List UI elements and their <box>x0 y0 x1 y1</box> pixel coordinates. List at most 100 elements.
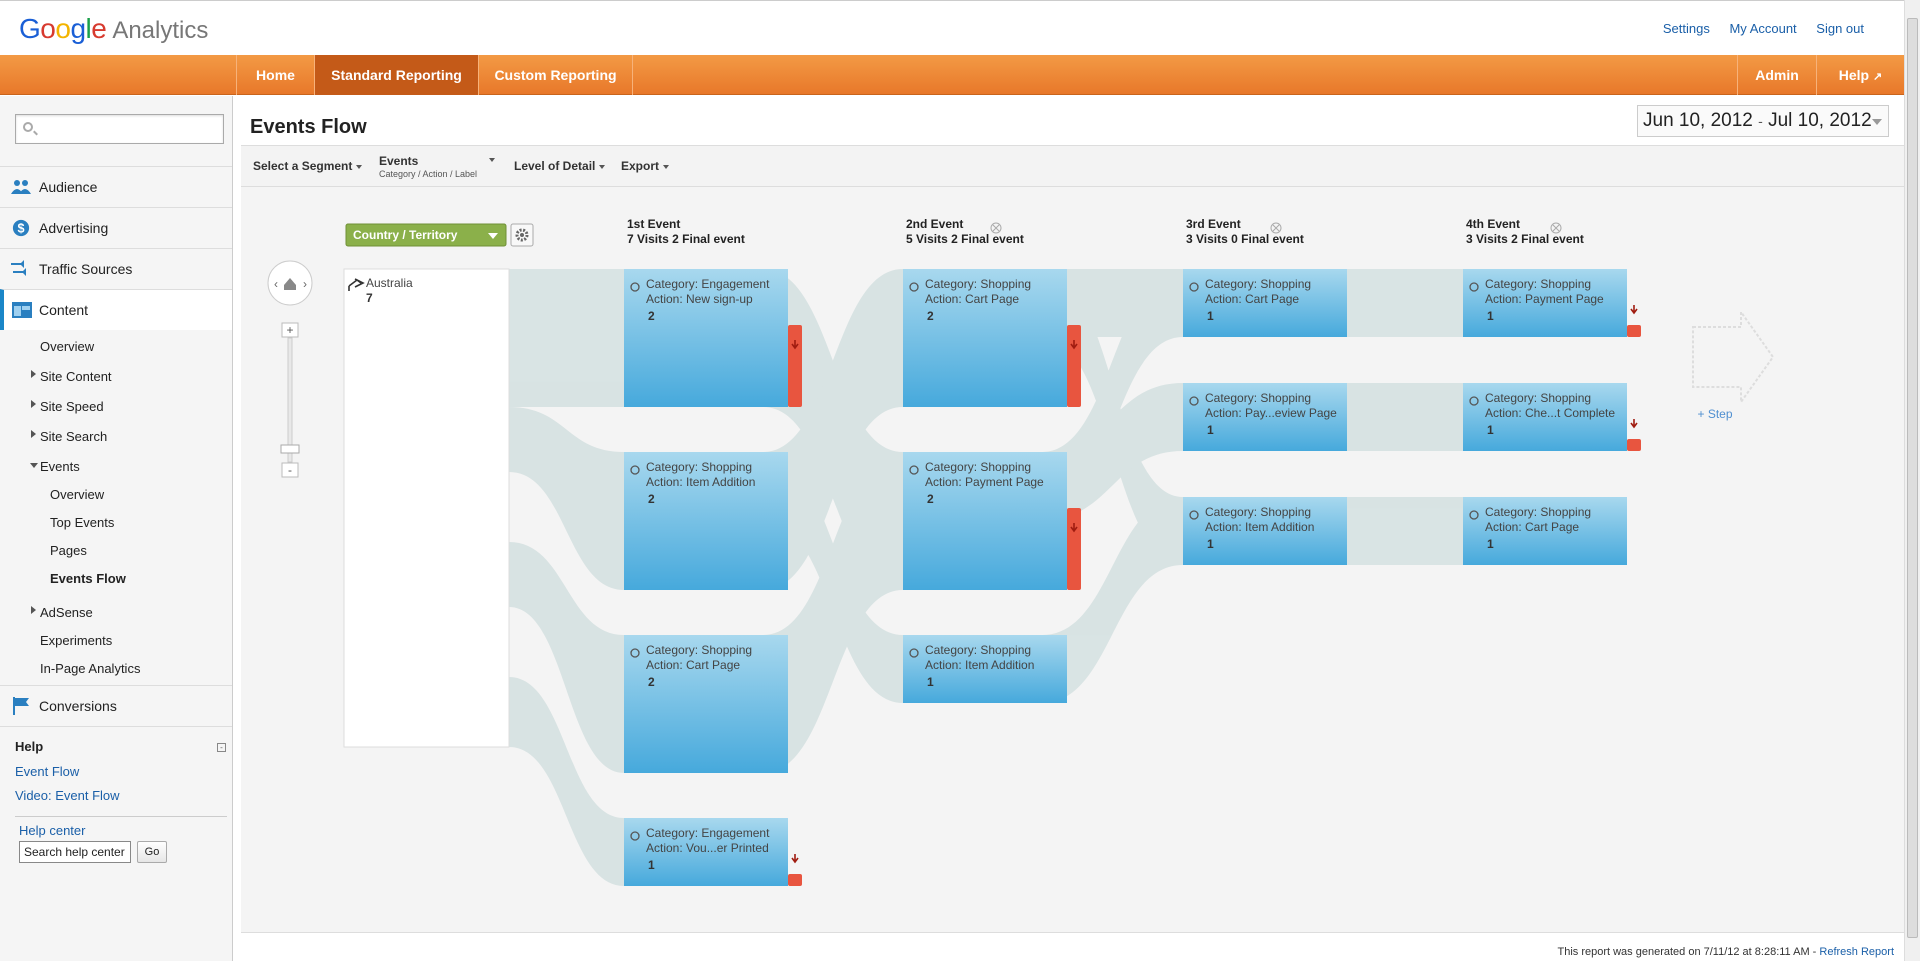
page-scrollbar[interactable] <box>1904 0 1920 961</box>
collapse-arrow-icon[interactable] <box>30 463 38 468</box>
sidebar-item-events[interactable]: Events <box>40 459 80 474</box>
zoom-slider-track[interactable] <box>287 337 293 463</box>
expand-arrow-icon[interactable] <box>31 370 36 378</box>
event-node[interactable]: Category: ShoppingAction: Cart Page 2 <box>624 635 788 773</box>
dropoff-indicator[interactable] <box>1627 419 1641 451</box>
collapse-icon[interactable]: - <box>217 743 226 752</box>
event-node[interactable]: Category: ShoppingAction: Pay...eview Pa… <box>1183 383 1347 451</box>
event-node[interactable]: Category: ShoppingAction: Cart Page 1 <box>1463 497 1627 565</box>
help-center-link[interactable]: Help center <box>19 823 85 838</box>
sidebar-item-content[interactable]: Content <box>0 289 232 330</box>
arrow-down-icon <box>1630 419 1638 429</box>
dropoff-indicator[interactable] <box>1067 508 1081 590</box>
sign-out-link[interactable]: Sign out <box>1816 21 1864 36</box>
sidebar-item-traffic-sources[interactable]: Traffic Sources <box>0 248 232 289</box>
scrollbar-thumb[interactable] <box>1907 18 1918 938</box>
report-search-input[interactable] <box>15 114 224 144</box>
sidebar-item-conversions[interactable]: Conversions <box>0 685 232 726</box>
event-action: Action: Item Addition <box>925 658 1034 672</box>
divider <box>15 816 227 817</box>
sidebar-item-site-speed[interactable]: Site Speed <box>40 399 104 414</box>
sidebar-item-pages[interactable]: Pages <box>50 543 87 558</box>
export-button[interactable]: Export <box>621 159 670 173</box>
tab-standard-reporting[interactable]: Standard Reporting <box>315 55 479 95</box>
dropoff-indicator[interactable] <box>1067 325 1081 407</box>
expand-arrow-icon[interactable] <box>31 400 36 408</box>
divider <box>0 726 232 727</box>
event-node[interactable]: Category: ShoppingAction: Payment Page 2 <box>903 452 1081 590</box>
sidebar-label: Audience <box>39 179 98 195</box>
sidebar-item-site-search[interactable]: Site Search <box>40 429 107 444</box>
sidebar-label: Content <box>39 302 89 318</box>
event-node[interactable]: Category: EngagementAction: New sign-up 2 <box>624 269 802 407</box>
source-node[interactable]: Australia 7 <box>343 268 510 748</box>
event-category: Category: Shopping <box>646 460 752 474</box>
event-node[interactable]: Category: ShoppingAction: Item Addition 1 <box>903 635 1067 703</box>
arrow-down-icon <box>791 854 799 864</box>
source-name: Australia <box>366 276 413 290</box>
date-range-picker[interactable]: Jun 10, 2012 - Jul 10, 2012 <box>1637 105 1889 137</box>
events-dimension-button[interactable]: Events <box>379 154 418 168</box>
event-count: 1 <box>1487 309 1494 323</box>
sidebar-label: Conversions <box>39 698 117 714</box>
event-node[interactable]: Category: ShoppingAction: Item Addition 1 <box>1183 497 1347 565</box>
event-action: Action: Payment Page <box>1485 292 1604 306</box>
external-link-icon: ↗ <box>1873 71 1883 83</box>
date-end: Jul 10, 2012 <box>1768 110 1872 131</box>
event-count: 1 <box>1207 537 1214 551</box>
sidebar-item-advertising[interactable]: $ Advertising <box>0 207 232 248</box>
help-heading: Help <box>15 739 44 754</box>
help-link-event-flow[interactable]: Event Flow <box>15 764 79 779</box>
help-go-button[interactable]: Go <box>137 841 167 863</box>
sidebar-item-audience[interactable]: Audience <box>0 166 232 207</box>
tab-home[interactable]: Home <box>237 55 315 95</box>
refresh-report-link[interactable]: Refresh Report <box>1819 946 1894 958</box>
level-of-detail-button[interactable]: Level of Detail <box>514 159 606 173</box>
event-count: 2 <box>927 492 934 506</box>
sidebar-item-adsense[interactable]: AdSense <box>40 605 93 620</box>
add-step-button[interactable]: + Step <box>1692 308 1775 421</box>
event-category: Category: Engagement <box>646 277 770 291</box>
expand-arrow-icon[interactable] <box>31 606 36 614</box>
dropoff-indicator[interactable] <box>1627 305 1641 337</box>
admin-button[interactable]: Admin <box>1737 55 1817 95</box>
event-count: 1 <box>1207 423 1214 437</box>
sidebar-item-top-events[interactable]: Top Events <box>50 515 114 530</box>
event-category: Category: Shopping <box>925 643 1031 657</box>
pan-left-icon[interactable]: ‹ <box>274 277 278 291</box>
minus-icon: - <box>288 463 292 477</box>
event-node[interactable]: Category: EngagementAction: Vou...er Pri… <box>624 818 802 886</box>
select-segment-button[interactable]: Select a Segment <box>253 159 363 173</box>
dimension-settings-button[interactable] <box>510 223 534 247</box>
event-count: 1 <box>927 675 934 689</box>
sidebar-item-events-overview[interactable]: Overview <box>50 487 104 502</box>
sidebar-item-content-overview[interactable]: Overview <box>40 339 94 354</box>
tab-custom-reporting[interactable]: Custom Reporting <box>479 55 633 95</box>
chevron-down-icon[interactable] <box>489 158 495 162</box>
expand-arrow-icon[interactable] <box>31 430 36 438</box>
sidebar-item-in-page-analytics[interactable]: In-Page Analytics <box>40 661 140 676</box>
help-button[interactable]: Help ↗ <box>1817 55 1904 95</box>
event-node[interactable]: Category: ShoppingAction: Payment Page 1 <box>1463 269 1641 337</box>
pan-right-icon[interactable]: › <box>303 277 307 291</box>
event-category: Category: Shopping <box>646 643 752 657</box>
event-node[interactable]: Category: ShoppingAction: Cart Page 2 <box>903 269 1081 407</box>
my-account-link[interactable]: My Account <box>1729 21 1796 36</box>
sidebar-item-experiments[interactable]: Experiments <box>40 633 112 648</box>
help-search-input[interactable]: Search help center <box>19 841 131 863</box>
google-analytics-logo[interactable]: Google Analytics <box>19 13 208 45</box>
event-node[interactable]: Category: ShoppingAction: Che...t Comple… <box>1463 383 1641 451</box>
zoom-slider-handle[interactable] <box>280 444 300 454</box>
dropoff-indicator[interactable] <box>788 854 802 886</box>
event-node[interactable]: Category: ShoppingAction: Cart Page 1 <box>1183 269 1347 337</box>
help-link-video-event-flow[interactable]: Video: Event Flow <box>15 788 120 803</box>
sidebar-item-site-content[interactable]: Site Content <box>40 369 112 384</box>
settings-link[interactable]: Settings <box>1663 21 1710 36</box>
arrow-down-icon <box>1630 305 1638 315</box>
dimension-selector[interactable]: Country / Territory <box>345 223 507 247</box>
event-node[interactable]: Category: ShoppingAction: Item Addition 2 <box>624 452 788 590</box>
sidebar-item-events-flow[interactable]: Events Flow <box>50 571 126 586</box>
event-count: 2 <box>927 309 934 323</box>
dropoff-indicator[interactable] <box>788 325 802 407</box>
top-header: Google Analytics Settings My Account Sign… <box>0 0 1904 55</box>
